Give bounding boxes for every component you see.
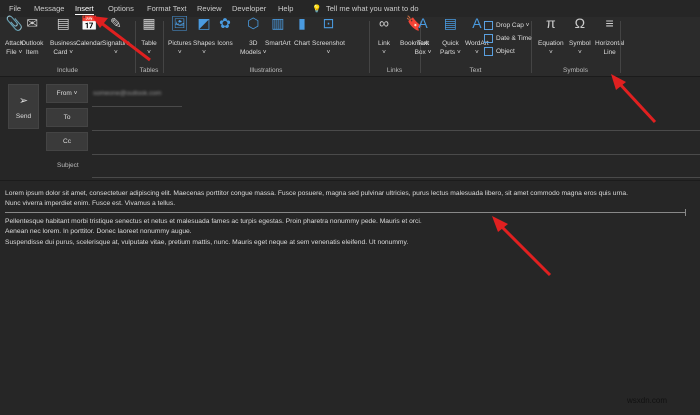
annotation-arrows [0,0,700,415]
arrow-to-horizontal-line [618,82,655,122]
arrow-to-line [500,225,550,275]
arrow-to-insert [100,22,150,60]
